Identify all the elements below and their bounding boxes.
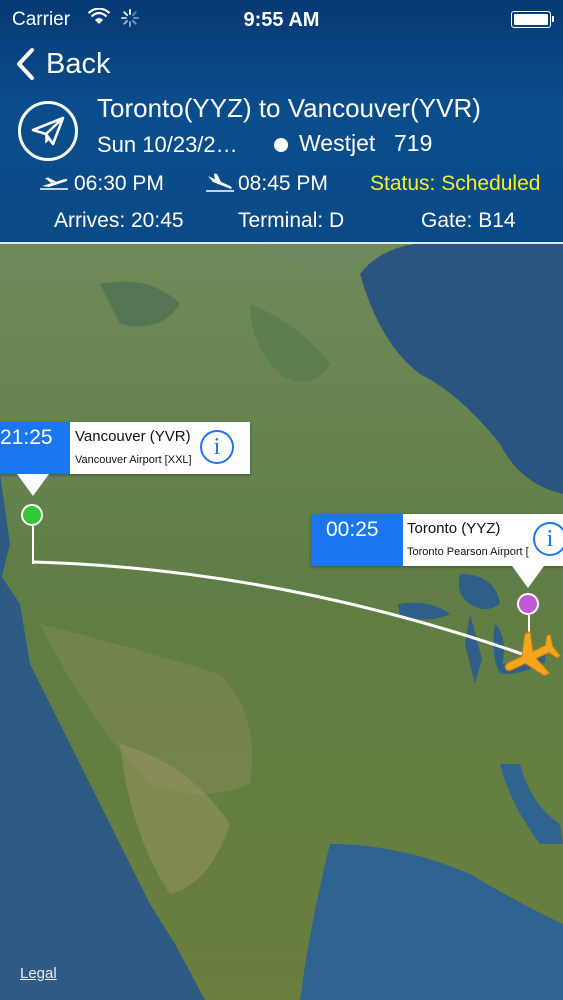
back-button[interactable]: Back bbox=[14, 44, 110, 84]
flight-header: Carrier 9:55 AM Back Toronto(YYZ) to Van… bbox=[0, 0, 563, 244]
gate-info: Gate: B14 bbox=[421, 209, 516, 232]
destination-callout-tail bbox=[17, 474, 49, 496]
destination-name: Vancouver (YVR) bbox=[75, 428, 191, 445]
flight-number: 719 bbox=[394, 130, 433, 156]
clock: 9:55 AM bbox=[243, 9, 320, 31]
flight-path bbox=[33, 560, 529, 658]
paper-plane-icon bbox=[18, 101, 78, 161]
destination-pin[interactable] bbox=[21, 504, 43, 526]
terminal-info: Terminal: D bbox=[238, 209, 345, 232]
origin-callout[interactable]: 00:25 Toronto (YYZ) Toronto Pearson Airp… bbox=[311, 514, 563, 566]
info-icon[interactable]: i bbox=[200, 430, 234, 464]
landing-icon bbox=[205, 173, 235, 198]
flight-date: Sun 10/23/2… bbox=[97, 132, 238, 157]
route-title: Toronto(YYZ) to Vancouver(YVR) bbox=[97, 93, 481, 123]
chevron-left-icon bbox=[14, 47, 36, 81]
legal-link[interactable]: Legal bbox=[20, 965, 57, 982]
flight-map[interactable]: 21:25 Vancouver (YVR) Vancouver Airport … bbox=[0, 244, 563, 1000]
destination-eta: 21:25 bbox=[0, 422, 70, 474]
destination-airport: Vancouver Airport [XXL] bbox=[75, 454, 192, 466]
airplane-icon[interactable] bbox=[499, 626, 561, 688]
flight-status: Status: Scheduled bbox=[370, 172, 541, 195]
battery-icon bbox=[511, 11, 554, 28]
separator-dot bbox=[274, 138, 288, 152]
airline-name: Westjet bbox=[299, 130, 376, 156]
origin-airport: Toronto Pearson Airport [ bbox=[407, 546, 529, 558]
origin-eta: 00:25 bbox=[311, 514, 403, 566]
departure-time: 06:30 PM bbox=[74, 172, 164, 195]
destination-callout[interactable]: 21:25 Vancouver (YVR) Vancouver Airport … bbox=[0, 422, 250, 474]
origin-pin[interactable] bbox=[517, 593, 539, 615]
destination-pin-stem bbox=[32, 526, 34, 564]
info-icon[interactable]: i bbox=[533, 522, 563, 556]
origin-name: Toronto (YYZ) bbox=[407, 520, 501, 537]
origin-callout-tail bbox=[512, 566, 544, 588]
takeoff-icon bbox=[39, 176, 69, 197]
arrives-info: Arrives: 20:45 bbox=[54, 209, 184, 232]
arrival-time: 08:45 PM bbox=[238, 172, 328, 195]
status-bar: Carrier 9:55 AM bbox=[0, 0, 563, 38]
back-label: Back bbox=[46, 47, 111, 80]
